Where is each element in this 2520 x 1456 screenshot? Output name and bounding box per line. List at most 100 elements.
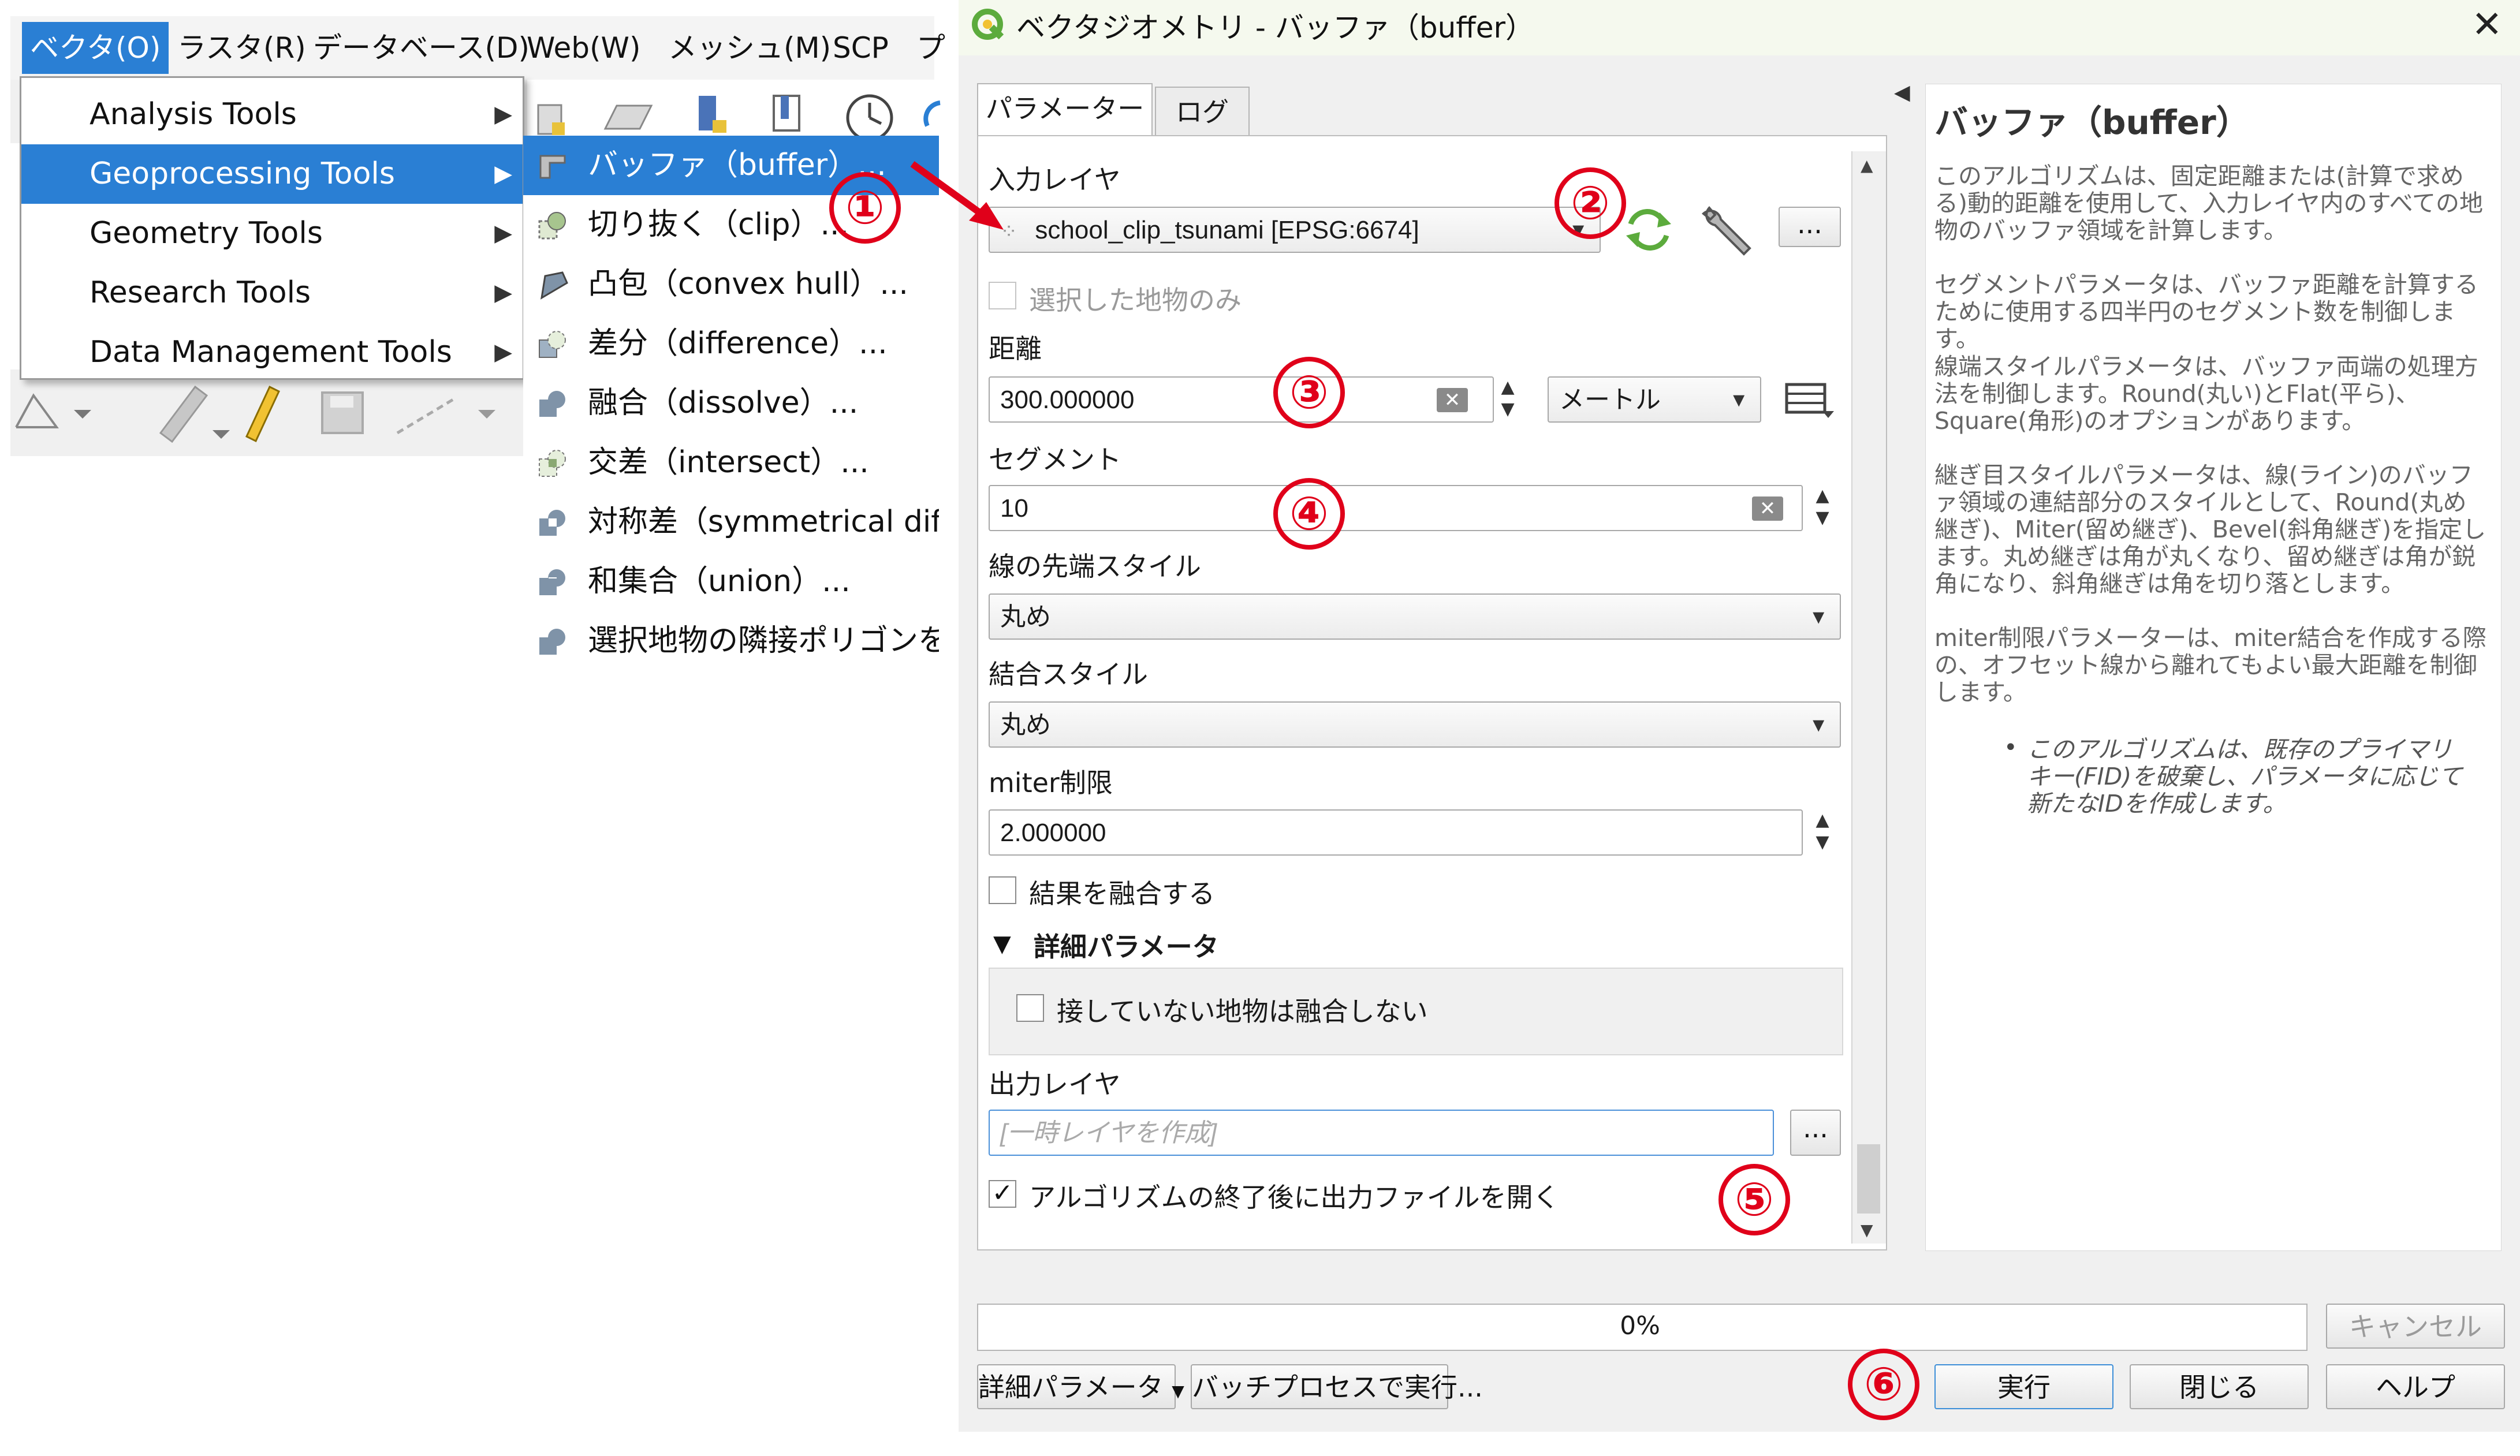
dissolve-checkbox[interactable] [989,876,1016,904]
map-tile-icon[interactable] [599,100,657,135]
output-layer-input[interactable]: [一時レイヤを作成] [989,1110,1774,1156]
submenu-item-label: 対称差（symmetrical differ [588,505,939,539]
menu-item-label: Geoprocessing Tools [90,156,395,191]
advanced-section-label[interactable]: 詳細パラメータ [1034,926,1219,964]
union-icon [539,569,565,595]
submenu-item-union[interactable]: 和集合（union）... [523,552,939,611]
menu-database[interactable]: データベース(D) [305,22,538,74]
submenu-item-symmetrical-difference[interactable]: 対称差（symmetrical differ [523,492,939,552]
run-button[interactable]: 実行 [1934,1364,2113,1409]
input-layer-options-button[interactable]: ... [1779,207,1841,247]
chevron-down-icon: ▼ [1809,606,1828,628]
advanced-dropdown-button[interactable]: 詳細パラメータ ▼ [977,1364,1184,1409]
submenu-item-dissolve[interactable]: 融合（dissolve）... [523,374,939,433]
miter-spinner[interactable]: ▲ ▼ [1807,809,1837,856]
submenu-item-convex-hull[interactable]: 凸包（convex hull）... [523,255,939,314]
segments-input[interactable]: 10 ✕ [989,485,1803,531]
tab-parameters[interactable]: パラメーター [977,83,1153,137]
distance-value: 300.000000 [1000,386,1135,414]
menu-mesh[interactable]: メッシュ(M) [660,22,839,74]
scroll-down-icon[interactable]: ▼ [1861,1220,1873,1240]
cancel-button[interactable]: キャンセル [2326,1304,2505,1349]
clip-icon [538,212,566,240]
menu-vector[interactable]: ベクタ(O) [22,22,169,74]
submenu-item-difference[interactable]: 差分（difference）... [523,314,939,374]
help-note: このアルゴリズムは、既存のプライマリキー(FID)を破棄し、パラメータに応じて新… [2027,736,2463,817]
collapse-help-icon[interactable]: ◀ [1894,81,1910,104]
expand-triangle-icon[interactable]: ▼ [993,931,1011,957]
help-paragraph: 継ぎ目スタイルパラメータは、線(ライン)のバッファ領域の連結部分のスタイルとして… [1934,461,2487,598]
distance-label: 距離 [989,333,1042,364]
help-button[interactable]: ヘルプ [2326,1364,2505,1409]
scroll-up-icon[interactable]: ▲ [1861,156,1873,175]
annotation-2: ② [1555,167,1626,239]
annotation-5: ⑤ [1718,1164,1790,1235]
open-output-checkbox[interactable]: ✓ [989,1180,1016,1208]
submenu-item-dissolve-adjacent[interactable]: 選択地物の隣接ポリゴンを融 [523,611,939,671]
symmetrical-difference-icon [539,510,565,536]
menu-raster[interactable]: ラスタ(R) [169,22,314,74]
end-cap-combo[interactable]: 丸め ▼ [989,593,1841,640]
menu-item-geometry-tools[interactable]: Geometry Tools ▶ [21,204,523,263]
progress-text: 0% [1620,1311,1660,1341]
submenu-arrow-icon: ▶ [494,101,512,128]
miter-input[interactable]: 2.000000 [989,809,1803,856]
menu-web[interactable]: Web(W) [519,22,648,74]
menu-item-geoprocessing-tools[interactable]: Geoprocessing Tools ▶ [21,144,523,204]
convex-hull-icon [540,271,568,300]
distance-spinner[interactable]: ▲ ▼ [1493,376,1523,423]
batch-process-button[interactable]: バッチプロセスで実行... [1191,1364,1483,1409]
menu-item-label: Data Management Tools [90,335,452,369]
submenu-item-label: 凸包（convex hull）... [588,267,908,301]
submenu-item-intersect[interactable]: 交差（intersect）... [523,433,939,492]
help-paragraph: miter制限パラメーターは、miter結合を作成する際の、オフセット線から離れ… [1934,624,2487,706]
digitize-node-icon[interactable] [10,387,97,439]
no-dissolve-disjoint-checkbox[interactable] [1016,994,1044,1022]
distance-unit-combo[interactable]: メートル ▼ [1548,376,1761,423]
dialog-title: ベクタジオメトリ - バッファ（buffer） [1016,11,1535,44]
qgis-logo-icon [972,9,1004,40]
submenu-arrow-icon: ▶ [494,279,512,306]
menu-item-label: Research Tools [90,275,311,310]
submenu-item-label: 交差（intersect）... [588,445,869,480]
toggle-edit-pencil-icon[interactable] [238,381,285,445]
chevron-down-icon: ▼ [1809,714,1828,736]
tab-log[interactable]: ログ [1155,87,1250,136]
menu-item-analysis-tools[interactable]: Analysis Tools ▶ [21,85,523,144]
edit-pencil-disabled-icon[interactable] [149,381,236,445]
close-button[interactable]: 閉じる [2130,1364,2309,1409]
input-layer-combo[interactable]: ⁘ school_clip_tsunami [EPSG:6674] ▼ [989,207,1601,253]
bookmarks-list-icon[interactable] [767,91,807,137]
bookmark-icon[interactable] [692,91,732,137]
output-options-button[interactable]: ... [1790,1110,1841,1156]
clear-icon[interactable]: ✕ [1752,496,1783,521]
segments-spinner[interactable]: ▲ ▼ [1807,485,1837,531]
submenu-item-label: 差分（difference）... [588,326,888,361]
add-feature-icon[interactable] [392,387,507,439]
dissolve-adjacent-icon [539,629,565,655]
submenu-arrow-icon: ▶ [494,160,512,187]
menu-item-research-tools[interactable]: Research Tools ▶ [21,263,523,323]
join-style-combo[interactable]: 丸め ▼ [989,701,1841,748]
selected-only-label: 選択した地物のみ [1029,285,1242,316]
end-cap-value: 丸め [1000,603,1051,631]
distance-input[interactable]: 300.000000 ✕ [989,376,1494,423]
scroll-thumb[interactable] [1857,1144,1880,1214]
iterate-over-features-icon[interactable] [1623,207,1675,253]
layer-settings-wrench-icon[interactable] [1698,202,1755,260]
menu-plugins[interactable]: プ [908,22,953,74]
segments-value: 10 [1000,494,1028,522]
close-icon[interactable]: ✕ [2471,3,2503,46]
params-scrollbar[interactable]: ▲ ▼ [1851,151,1886,1244]
layer-icon[interactable] [535,97,569,137]
annotation-1: ① [829,172,901,244]
save-edits-icon[interactable] [316,387,374,439]
vector-menu: Analysis Tools ▶ Geoprocessing Tools ▶ Geo… [20,76,524,380]
menu-scp[interactable]: SCP [825,22,897,74]
advanced-button-label: 詳細パラメータ [978,1372,1164,1403]
submenu-item-label: 和集合（union）... [588,564,851,599]
menu-item-data-management-tools[interactable]: Data Management Tools ▶ [21,323,523,382]
selected-only-checkbox[interactable] [989,282,1016,309]
data-defined-override-icon[interactable] [1779,376,1836,423]
clear-icon[interactable]: ✕ [1437,388,1468,412]
